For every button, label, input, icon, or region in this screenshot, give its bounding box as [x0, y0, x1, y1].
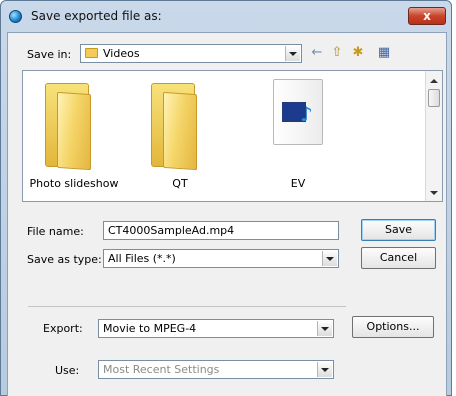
options-button[interactable]: Options... [352, 316, 434, 338]
file-name-input[interactable]: CT4000SampleAd.mp4 [103, 221, 339, 240]
list-item-ev[interactable]: ♪ EV [253, 71, 343, 201]
use-label: Use: [55, 364, 80, 377]
window-title: Save exported file as: [31, 9, 162, 23]
scroll-up-icon[interactable] [430, 79, 438, 83]
chevron-down-icon[interactable] [322, 251, 337, 266]
title-bar: Save exported file as: x [1, 1, 451, 31]
file-name-value: CT4000SampleAd.mp4 [108, 224, 235, 237]
save-as-type-value: All Files (*.*) [108, 252, 176, 265]
export-dropdown[interactable]: Movie to MPEG-4 [98, 319, 334, 338]
close-button[interactable]: x [408, 7, 446, 25]
chevron-down-icon[interactable] [285, 46, 300, 61]
chevron-down-icon[interactable] [317, 362, 332, 377]
folder-icon [85, 48, 98, 58]
save-as-type-label: Save as type: [27, 253, 102, 266]
scroll-down-icon[interactable] [430, 191, 438, 195]
file-list[interactable]: Photo slideshow QT ♪ EV [22, 70, 443, 202]
use-value: Most Recent Settings [103, 363, 220, 376]
video-file-icon: ♪ [273, 79, 323, 145]
list-item-photo-slideshow[interactable]: Photo slideshow [29, 71, 119, 201]
views-menu-icon[interactable]: ▦ [372, 46, 396, 60]
divider [28, 306, 346, 307]
list-item-label: QT [172, 177, 188, 190]
list-item-label: EV [290, 177, 306, 190]
list-item-label: Photo slideshow [29, 177, 119, 190]
save-in-value: Videos [103, 47, 140, 60]
save-button[interactable]: Save [361, 219, 436, 241]
export-value: Movie to MPEG-4 [103, 322, 197, 335]
save-in-label: Save in: [27, 48, 72, 61]
new-folder-icon[interactable]: ✱ [350, 46, 366, 60]
up-folder-icon[interactable]: ⇧ [329, 46, 345, 60]
scroll-thumb[interactable] [428, 89, 440, 107]
cancel-button[interactable]: Cancel [361, 247, 436, 269]
save-as-type-dropdown[interactable]: All Files (*.*) [103, 249, 339, 268]
use-dropdown[interactable]: Most Recent Settings [98, 360, 334, 379]
chevron-down-icon[interactable] [317, 321, 332, 336]
quicktime-icon [9, 10, 22, 23]
file-name-label: File name: [27, 225, 84, 238]
vertical-scrollbar[interactable] [425, 71, 442, 201]
back-icon[interactable]: ← [310, 46, 324, 60]
save-in-dropdown[interactable]: Videos [80, 44, 302, 63]
export-label: Export: [43, 322, 83, 335]
list-item-qt[interactable]: QT [135, 71, 225, 201]
